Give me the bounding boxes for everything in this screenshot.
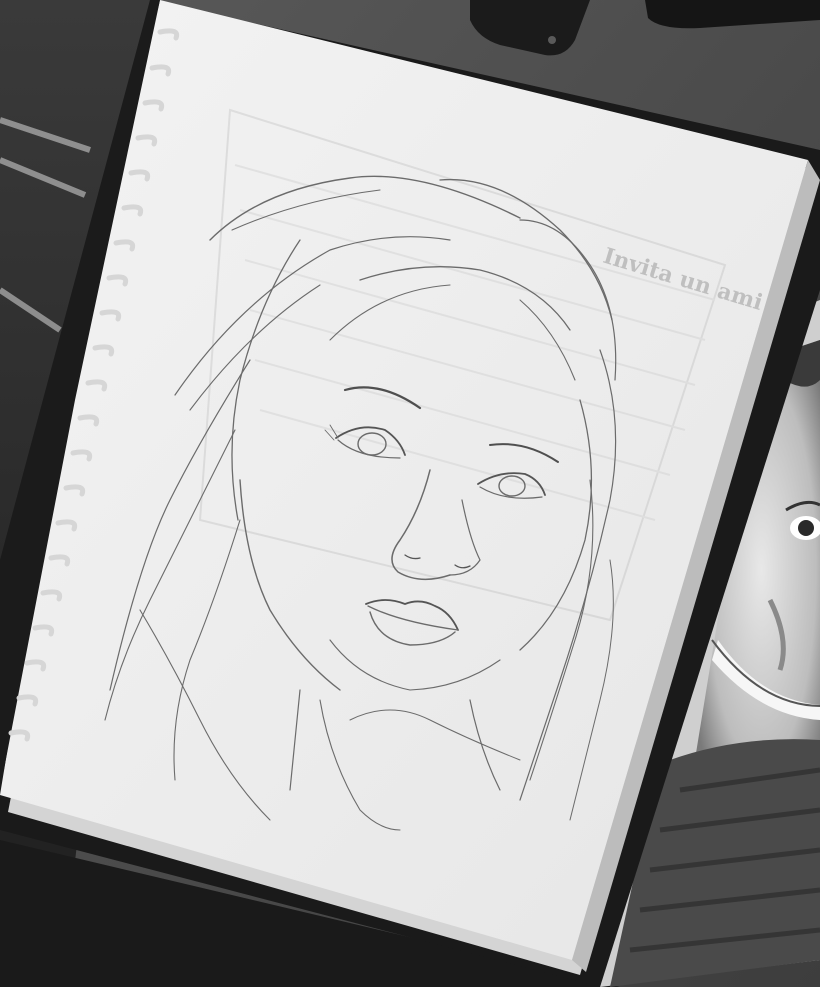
photo-canvas: Invita un ami xyxy=(0,0,820,987)
photo-scene: Invita un ami xyxy=(0,0,820,987)
phone-button xyxy=(548,36,556,44)
